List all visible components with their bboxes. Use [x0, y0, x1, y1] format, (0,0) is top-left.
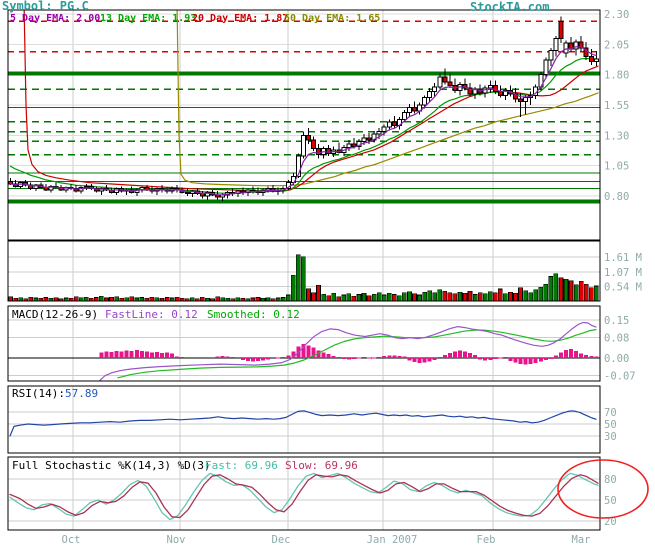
svg-text:1.61 M: 1.61 M [604, 252, 642, 264]
svg-text:1.55: 1.55 [604, 100, 629, 112]
stoch-fast-value: Fast: 69.96 [205, 460, 278, 472]
legend-ema13: 13 Day EMA: 1.93 [100, 13, 196, 25]
stoch-slow-value: Slow: 69.96 [285, 460, 358, 472]
svg-text:0.80: 0.80 [604, 191, 629, 203]
stock-chart: 2.30 2.05 1.80 1.55 1.30 1.05 0.80 1.61 M 1.07 M… [0, 0, 655, 546]
symbol-label: Symbol: PG.C [2, 0, 89, 12]
svg-text:Dec: Dec [272, 534, 291, 546]
svg-text:80: 80 [604, 474, 617, 486]
svg-text:50: 50 [604, 495, 617, 507]
svg-text:1.30: 1.30 [604, 130, 629, 142]
rsi-title-row: RSI(14):57.89 [12, 388, 98, 400]
volume-panel [8, 241, 600, 301]
main-price-panel [8, 2, 600, 240]
svg-text:50: 50 [604, 419, 617, 431]
legend-ema20: 20 Day EMA: 1.87 [192, 13, 288, 25]
svg-text:0.08: 0.08 [604, 333, 629, 345]
rsi-value: 57.89 [65, 387, 98, 400]
svg-text:2.30: 2.30 [604, 9, 629, 21]
ema-lines [11, 2, 599, 193]
stoch-title: Full Stochastic %K(14,3) %D(3) [12, 459, 211, 472]
svg-text:Mar: Mar [572, 534, 591, 546]
legend-ema5: 5 Day EMA: 2.00 [10, 13, 100, 25]
svg-text:70: 70 [604, 407, 617, 419]
svg-text:0.15: 0.15 [604, 315, 629, 327]
macd-smoothed-value: Smoothed: 0.12 [207, 309, 300, 321]
svg-text:1.80: 1.80 [604, 70, 629, 82]
svg-text:0.00: 0.00 [604, 353, 629, 365]
svg-text:2.05: 2.05 [604, 39, 629, 51]
svg-text:0.54 M: 0.54 M [604, 281, 642, 293]
svg-text:1.07 M: 1.07 M [604, 267, 642, 279]
svg-text:Oct: Oct [62, 534, 81, 546]
svg-text:Nov: Nov [167, 534, 186, 546]
svg-text:Jan 2007: Jan 2007 [367, 534, 418, 546]
stockta-logo: StockTA.com [470, 1, 549, 13]
rsi-title: RSI(14): [12, 387, 65, 400]
svg-text:Feb: Feb [477, 534, 496, 546]
highlight-ellipse [558, 460, 648, 518]
macd-title-row: MACD(12-26-9) FastLine: 0.12 Smoothed: 0… [12, 309, 98, 321]
stoch-title-row: Full Stochastic %K(14,3) %D(3) Fast: 69.… [12, 460, 211, 472]
legend-ema50: 50 Day EMA: 1.65 [284, 13, 380, 25]
macd-title: MACD(12-26-9) [12, 308, 98, 321]
svg-text:1.05: 1.05 [604, 161, 629, 173]
svg-text:30: 30 [604, 431, 617, 443]
macd-fastline-value: FastLine: 0.12 [105, 309, 198, 321]
svg-text:-0.07: -0.07 [604, 371, 636, 383]
